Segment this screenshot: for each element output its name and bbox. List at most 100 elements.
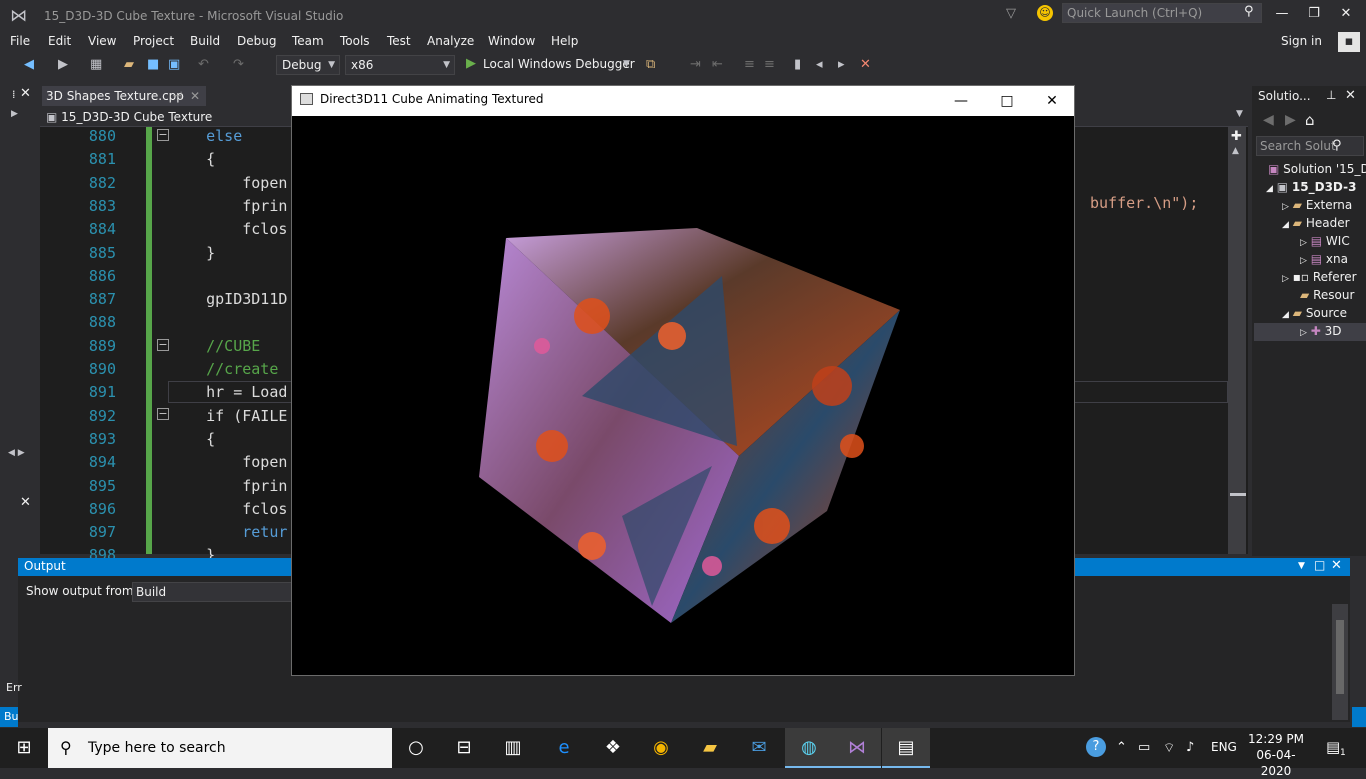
menu-team[interactable]: Team [292, 32, 324, 50]
xna-file-node[interactable]: ▷ ▤ xna [1300, 252, 1348, 266]
source-files-node[interactable]: ◢ ▰ Source [1282, 306, 1347, 320]
comment-icon[interactable]: ≡ [744, 56, 755, 74]
project-navigation-combo[interactable]: ▣ 15_D3D-3D Cube Texture [46, 108, 212, 126]
new-project-icon[interactable]: ▦ [90, 56, 102, 74]
clear-bookmarks-icon[interactable]: ✕ [860, 56, 871, 74]
mail-icon[interactable]: ✉ [735, 728, 783, 768]
menu-analyze[interactable]: Analyze [427, 32, 474, 50]
external-deps-node[interactable]: ▷ ▰ Externa [1282, 198, 1352, 212]
code-line[interactable]: gpID3D11D [170, 290, 287, 308]
code-line[interactable]: else [170, 127, 242, 145]
minimize-icon[interactable]: — [1272, 4, 1292, 24]
edge-icon[interactable]: e [540, 728, 588, 768]
indent-icon[interactable]: ⇥ [690, 56, 701, 74]
split-icon[interactable]: ✚ [1231, 129, 1242, 144]
references-node[interactable]: ▷ ▪▫ Referer [1282, 270, 1357, 284]
editor-scrollbar[interactable] [1228, 127, 1246, 554]
windows-start-icon[interactable]: ⊞ [0, 728, 48, 768]
close-icon[interactable]: ✕ [1345, 88, 1356, 103]
dropbox-icon[interactable]: ❖ [589, 728, 637, 768]
visual-studio-icon[interactable]: ⋈ [833, 728, 881, 768]
chevron-down-icon[interactable]: ▼ [1236, 109, 1243, 119]
header-files-node[interactable]: ◢ ▰ Header [1282, 216, 1350, 230]
menu-help[interactable]: Help [551, 32, 578, 50]
notification-icon[interactable]: ▤ [1326, 738, 1340, 756]
search-icon[interactable]: ⚲ [1332, 138, 1342, 153]
chevron-down-icon[interactable]: ▼ [1298, 561, 1305, 571]
wifi-icon[interactable]: ⌔ [1163, 740, 1175, 756]
save-all-icon[interactable]: ▣ [168, 56, 180, 74]
code-line[interactable]: fopen [170, 453, 287, 471]
output-source-combo[interactable]: Build [132, 582, 292, 602]
menu-view[interactable]: View [88, 32, 116, 50]
back-icon[interactable]: ◀ [24, 56, 34, 74]
open-file-icon[interactable]: ▰ [124, 56, 134, 74]
chrome-icon[interactable]: ◉ [637, 728, 685, 768]
code-line[interactable]: retur [170, 523, 287, 541]
configuration-combo[interactable]: Debug ▼ [276, 55, 340, 75]
close-icon[interactable]: ✕ [190, 86, 200, 106]
fold-toggle[interactable]: − [157, 339, 169, 351]
code-line[interactable]: fprin [170, 197, 287, 215]
code-line[interactable]: fprin [170, 477, 287, 495]
play-icon[interactable]: ▶ [466, 55, 476, 73]
home-icon[interactable]: ⌂ [1305, 111, 1315, 129]
forward-icon[interactable]: ▶ [1285, 112, 1296, 128]
language-indicator[interactable]: ENG [1211, 740, 1237, 754]
code-line[interactable]: if (FAILE [170, 407, 287, 425]
fold-toggle[interactable]: − [157, 408, 169, 420]
menu-tools[interactable]: Tools [340, 32, 370, 50]
store-icon[interactable]: ▥ [489, 728, 537, 768]
menu-edit[interactable]: Edit [48, 32, 71, 50]
fold-toggle[interactable]: − [157, 129, 169, 141]
code-line[interactable]: fclos [170, 220, 287, 238]
expand-icon[interactable]: ▶ [11, 109, 18, 119]
error-list-tab[interactable]: Err [6, 681, 22, 694]
undo-icon[interactable]: ↶ [198, 56, 209, 74]
menu-file[interactable]: File [10, 32, 30, 50]
menu-build[interactable]: Build [190, 32, 220, 50]
menu-debug[interactable]: Debug [237, 32, 276, 50]
code-line[interactable]: { [170, 150, 215, 168]
code-line[interactable]: //create [170, 360, 278, 378]
maximize-icon[interactable]: □ [984, 86, 1030, 116]
project-node[interactable]: ◢ ▣ 15_D3D-3 [1266, 180, 1356, 194]
forward-icon[interactable]: ▶ [58, 56, 68, 74]
window-app-icon[interactable]: ▤ [882, 728, 930, 768]
redo-icon[interactable]: ↷ [233, 56, 244, 74]
platform-combo[interactable]: x86 ▼ [345, 55, 455, 75]
pin-icon[interactable]: ⊣ [172, 86, 182, 106]
chevron-down-icon[interactable]: ▼ [623, 59, 630, 69]
cpp-file-node[interactable]: ▷ ✚ 3D [1300, 324, 1342, 338]
menu-window[interactable]: Window [488, 32, 535, 50]
wic-file-node[interactable]: ▷ ▤ WIC [1300, 234, 1350, 248]
menu-project[interactable]: Project [133, 32, 174, 50]
next-bookmark-icon[interactable]: ▸ [838, 56, 845, 74]
code-line[interactable]: //CUBE [170, 337, 260, 355]
close-icon[interactable]: ✕ [20, 495, 31, 510]
back-icon[interactable]: ◀ [1263, 112, 1274, 128]
close-icon[interactable]: ✕ [1336, 4, 1356, 24]
outdent-icon[interactable]: ⇤ [712, 56, 723, 74]
feedback-smiley-icon[interactable]: ☺ [1037, 5, 1053, 21]
prev-bookmark-icon[interactable]: ◂ [816, 56, 823, 74]
find-in-files-icon[interactable]: ⧉ [646, 56, 655, 74]
start-debugger-button[interactable]: Local Windows Debugger [483, 57, 635, 71]
close-icon[interactable]: ✕ [1029, 86, 1075, 116]
tab-3d-shapes-texture[interactable]: 3D Shapes Texture.cpp ⊣ ✕ [42, 86, 206, 106]
code-line[interactable]: fclos [170, 500, 287, 518]
account-icon[interactable]: ▪ [1338, 32, 1360, 52]
direct3d-window[interactable] [291, 85, 1075, 676]
code-line[interactable]: hr = Load [170, 383, 287, 401]
file-explorer-icon[interactable]: ▰ [686, 728, 734, 768]
direct3d-app-icon[interactable]: ◍ [785, 728, 833, 768]
code-line[interactable]: { [170, 430, 215, 448]
save-icon[interactable]: ■ [147, 56, 159, 74]
task-view-icon[interactable]: ⊟ [440, 728, 488, 768]
taskbar-search-input[interactable]: Type here to search [48, 728, 392, 768]
resource-files-node[interactable]: ▰ Resour [1300, 288, 1354, 302]
clock[interactable]: 12:29 PM 06-04-2020 [1244, 731, 1308, 779]
sign-in-link[interactable]: Sign in [1281, 34, 1322, 48]
maximize-icon[interactable]: □ [1314, 558, 1325, 572]
scroll-up-icon[interactable]: ▲ [1232, 146, 1239, 156]
